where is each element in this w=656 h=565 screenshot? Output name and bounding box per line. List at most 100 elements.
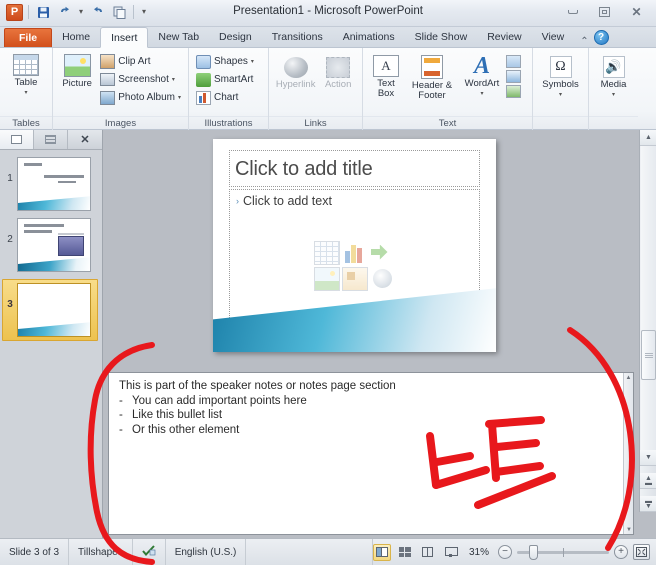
wordart-button[interactable]: A WordArt ▾	[460, 52, 504, 99]
tab-transitions[interactable]: Transitions	[262, 27, 333, 47]
normal-view-button[interactable]	[372, 543, 391, 561]
notes-scrollbar[interactable]: ▲ ▼	[623, 373, 633, 534]
thumbnail-list: 1 2 3	[0, 150, 102, 341]
zoom-level[interactable]: 31%	[465, 547, 493, 558]
tab-slide-show[interactable]: Slide Show	[405, 27, 478, 47]
close-panel-icon[interactable]: ✕	[68, 130, 102, 149]
theme-name[interactable]: Tillshapes	[69, 538, 133, 565]
tab-animations[interactable]: Animations	[333, 27, 405, 47]
insert-picture-icon[interactable]	[313, 266, 340, 291]
minimize-ribbon-icon[interactable]: ⌃	[580, 36, 588, 47]
scroll-down-button[interactable]: ▼	[640, 450, 656, 466]
next-slide-button[interactable]: ▬ ▼	[640, 496, 656, 512]
text-box-icon: A	[373, 55, 399, 77]
thumbnail-number: 3	[7, 299, 13, 310]
previous-slide-button[interactable]: ▲ ▬	[640, 473, 656, 489]
thumbnail-slide-3[interactable]	[17, 283, 91, 337]
insert-smartart-icon[interactable]	[370, 241, 396, 265]
object-icon[interactable]	[506, 85, 521, 98]
bullet-dash: -	[119, 394, 123, 407]
list-item[interactable]: 1	[0, 157, 102, 211]
hyperlink-button[interactable]: Hyperlink	[274, 54, 317, 90]
media-icon: 🔊	[602, 56, 625, 78]
help-icon[interactable]: ?	[593, 30, 609, 45]
media-button[interactable]: 🔊 Media ▾	[594, 53, 633, 100]
action-icon	[326, 57, 351, 78]
tab-outline[interactable]	[34, 130, 68, 149]
insert-media-icon[interactable]	[370, 267, 396, 291]
tab-file[interactable]: File	[4, 28, 53, 47]
bullet-dash: -	[119, 409, 123, 421]
tab-design[interactable]: Design	[209, 27, 262, 47]
double-down-icon: ▬ ▼	[645, 497, 652, 510]
slide-show-button[interactable]	[442, 544, 460, 561]
slide-panel-tabs: ✕	[0, 130, 102, 150]
slide-sorter-button[interactable]	[396, 544, 414, 561]
symbols-button[interactable]: Ω Symbols ▾	[538, 53, 583, 100]
notes-scroll-up-icon[interactable]: ▲	[624, 373, 633, 382]
date-time-icon[interactable]	[506, 55, 521, 68]
zoom-out-button[interactable]: −	[498, 545, 512, 559]
text-box-button[interactable]: A Text Box	[368, 52, 404, 99]
view-and-zoom-controls: 31% − +	[372, 543, 656, 561]
fit-slide-to-window-button[interactable]	[633, 544, 650, 560]
notes-scroll-down-icon[interactable]: ▼	[624, 525, 634, 534]
ribbon-group-text: A Text Box Header & Footer A WordArt ▾ T…	[362, 48, 532, 130]
tab-new-tab[interactable]: New Tab	[148, 27, 209, 47]
slide-scrollbar[interactable]: ▲ ▼ ▲ ▬ ▬ ▼	[639, 130, 656, 512]
notes-bullet-item: - Or this other element	[119, 423, 240, 436]
thumbnail-slide-2[interactable]	[17, 218, 91, 272]
wordart-label: WordArt	[464, 78, 500, 89]
picture-button[interactable]: Picture	[58, 51, 96, 89]
slide-count[interactable]: Slide 3 of 3	[0, 538, 70, 565]
scroll-up-button[interactable]: ▲	[640, 130, 656, 146]
zoom-in-button[interactable]: +	[614, 545, 628, 559]
tab-home[interactable]: Home	[52, 27, 100, 47]
current-slide[interactable]: Click to add title › Click to add text	[213, 139, 496, 352]
header-footer-button[interactable]: Header & Footer	[406, 52, 458, 101]
reading-view-button[interactable]	[419, 544, 437, 561]
notes-pane: This is part of the speaker notes or not…	[103, 368, 639, 538]
smartart-button[interactable]: SmartArt	[194, 71, 256, 88]
title-placeholder[interactable]: Click to add title	[229, 150, 480, 187]
ribbon-group-symbols: Ω Symbols ▾	[532, 48, 588, 130]
action-button[interactable]: Action	[319, 54, 357, 90]
screenshot-button[interactable]: Screenshot ▾	[98, 71, 183, 88]
bullet-dash: -	[119, 423, 123, 436]
photo-album-button[interactable]: Photo Album ▾	[98, 89, 183, 106]
insert-clipart-icon[interactable]	[341, 266, 368, 291]
window-title: Presentation1 - Microsoft PowerPoint	[233, 5, 423, 17]
scrollbar-track[interactable]	[641, 146, 656, 450]
shapes-icon	[196, 54, 211, 69]
header-footer-label: Header & Footer	[411, 80, 453, 101]
shapes-button[interactable]: Shapes ▾	[194, 53, 256, 70]
chevron-down-icon: ▾	[558, 92, 562, 98]
screenshot-icon	[100, 73, 116, 86]
close-button[interactable]: ✕	[627, 4, 646, 20]
list-item-selected[interactable]: 3	[2, 279, 98, 341]
insert-table-icon[interactable]	[313, 240, 340, 265]
tab-insert[interactable]: Insert	[100, 27, 149, 48]
slide-number-icon[interactable]	[506, 70, 521, 83]
zoom-slider[interactable]	[517, 544, 609, 560]
chart-icon	[196, 90, 211, 105]
list-item[interactable]: 2	[0, 218, 102, 272]
tab-review[interactable]: Review	[477, 27, 531, 47]
clip-art-button[interactable]: Clip Art	[98, 53, 183, 70]
tab-slides[interactable]	[0, 130, 34, 149]
spell-check-icon[interactable]	[133, 538, 166, 565]
chart-button[interactable]: Chart	[194, 89, 256, 106]
tab-view[interactable]: View	[532, 27, 575, 47]
zoom-slider-thumb[interactable]	[529, 544, 538, 560]
insert-chart-icon[interactable]	[342, 241, 368, 265]
thumbnail-slide-1[interactable]	[17, 157, 91, 211]
symbol-omega-icon: Ω	[549, 56, 572, 78]
notes-textbox[interactable]: This is part of the speaker notes or not…	[108, 372, 634, 535]
language[interactable]: English (U.S.)	[166, 538, 247, 565]
table-button[interactable]: Table ▾	[5, 51, 47, 98]
notes-bullet-item: - You can add important points here	[119, 394, 307, 407]
restore-button[interactable]	[595, 4, 614, 20]
normal-view-icon	[375, 547, 388, 557]
scrollbar-thumb[interactable]	[641, 330, 656, 380]
minimize-button[interactable]	[563, 4, 582, 20]
